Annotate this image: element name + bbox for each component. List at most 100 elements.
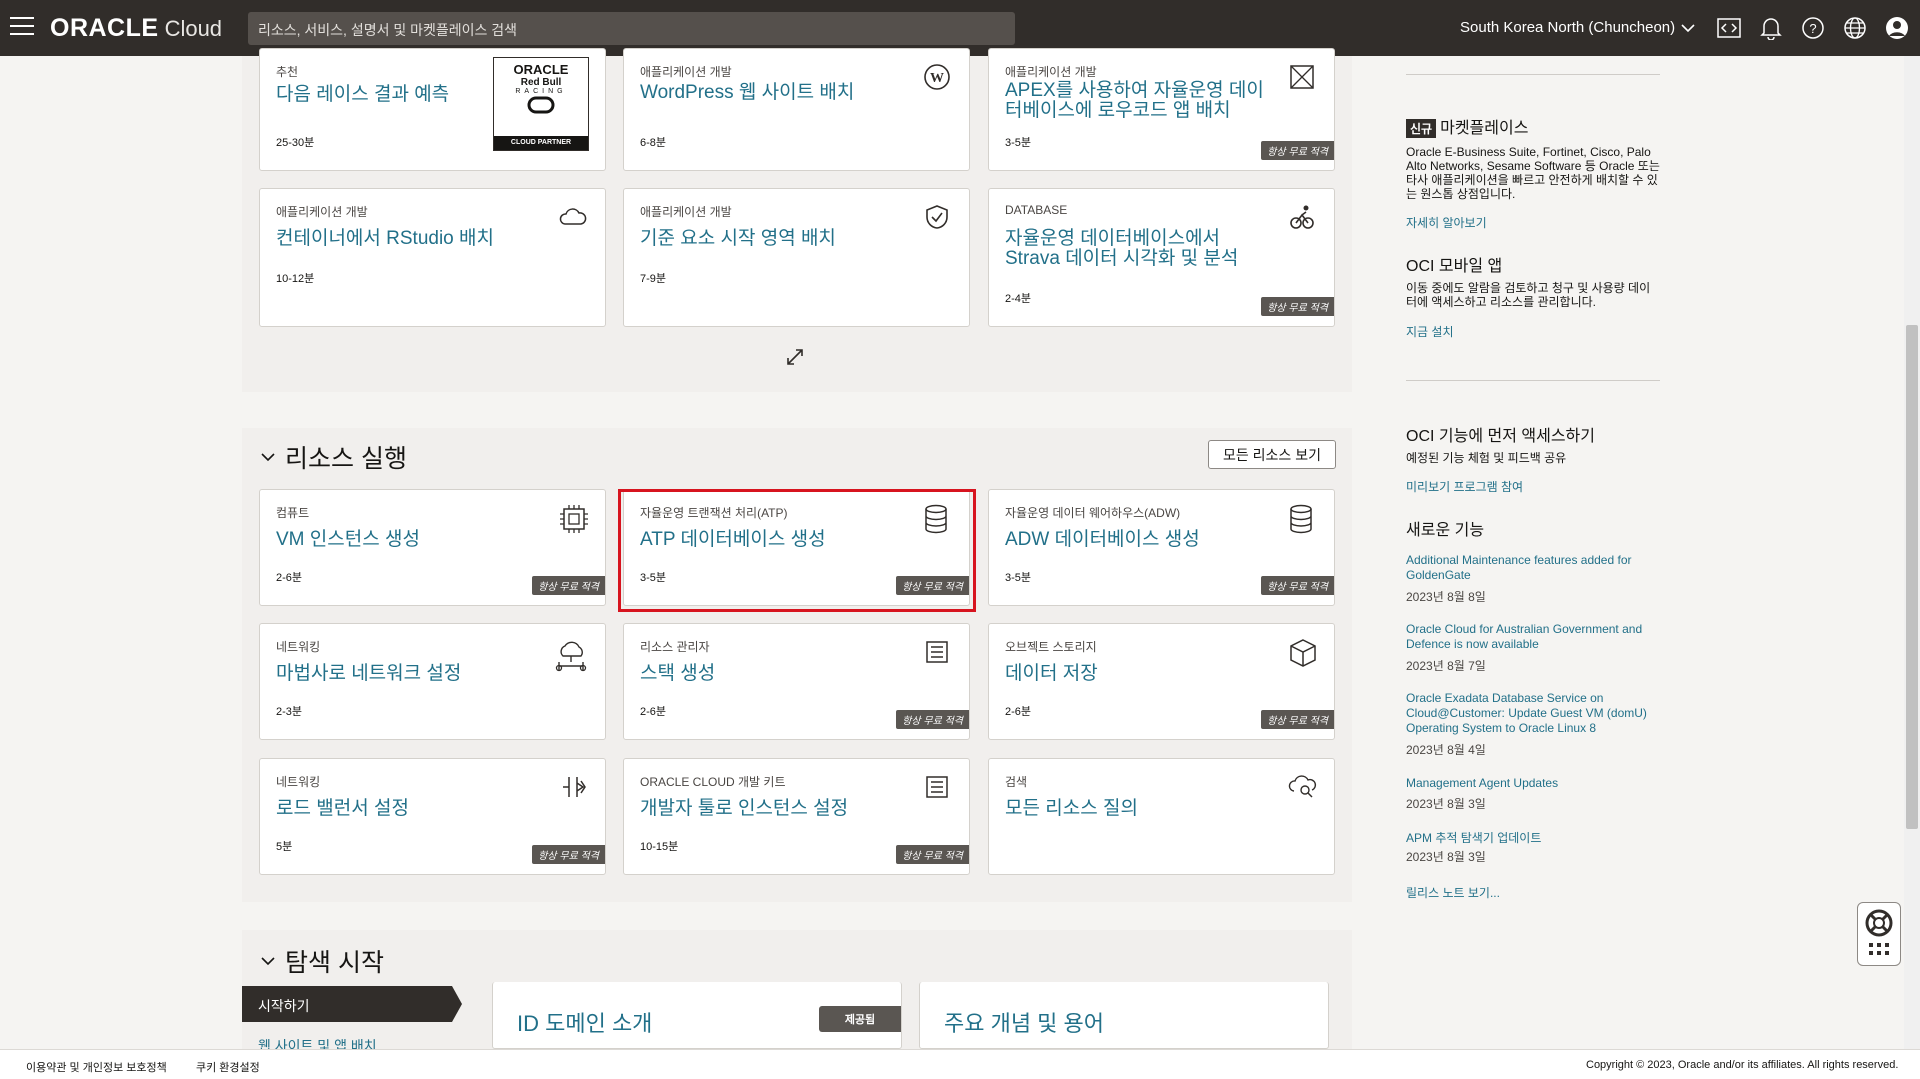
news-item-link[interactable]: Oracle Cloud for Australian Government a… — [1406, 622, 1656, 652]
explore-card-concepts[interactable]: 주요 개념 및 용어 — [919, 982, 1329, 1049]
svg-text:W: W — [930, 71, 944, 86]
card-title[interactable]: 자율운영 데이터베이스에서 Strava 데이터 시각화 및 분석 — [1005, 229, 1265, 269]
new-badge: 신규 — [1406, 119, 1437, 138]
quickstart-card-landing-zone[interactable]: 애플리케이션 개발 기준 요소 시작 영역 배치 7-9분 — [623, 188, 970, 327]
mobile-app-text: 이동 중에도 알람을 검토하고 청구 및 사용량 데이터에 액세스하고 리소스를… — [1406, 281, 1651, 309]
marketplace-learn-more-link[interactable]: 자세히 알아보기 — [1406, 214, 1487, 231]
user-profile-icon[interactable] — [1883, 14, 1911, 42]
always-free-badge: 항상 무료 적격 — [1261, 297, 1334, 316]
box-icon — [1288, 638, 1318, 668]
provided-badge: 제공됨 — [819, 1006, 901, 1032]
card-category: 네트워킹 — [276, 775, 321, 789]
marketplace-text: Oracle E-Business Suite, Fortinet, Cisco… — [1406, 145, 1660, 201]
card-title[interactable]: 컨테이너에서 RStudio 배치 — [276, 229, 536, 249]
quickstart-card-racing[interactable]: 추천 다음 레이스 결과 예측 25-30분 ORACLE Red Bull R… — [259, 48, 606, 171]
news-date: 2023년 8월 4일 — [1406, 743, 1486, 757]
card-title[interactable]: VM 인스턴스 생성 — [276, 530, 536, 550]
language-globe-icon[interactable] — [1841, 14, 1869, 42]
hamburger-menu-icon[interactable] — [10, 17, 34, 37]
card-title[interactable]: ID 도메인 소개 — [517, 1006, 652, 1038]
explore-card-id-domain[interactable]: ID 도메인 소개 제공됨 — [492, 982, 902, 1049]
notification-bell-icon[interactable] — [1757, 14, 1785, 42]
database-icon — [923, 504, 953, 534]
card-title[interactable]: 스택 생성 — [640, 664, 900, 684]
card-time: 2-6분 — [1005, 706, 1032, 718]
card-time: 6-8분 — [640, 137, 667, 149]
region-selector[interactable]: South Korea North (Chuncheon) — [1460, 19, 1695, 36]
card-title[interactable]: ADW 데이터베이스 생성 — [1005, 530, 1265, 550]
card-title[interactable]: 데이터 저장 — [1005, 664, 1265, 684]
divider — [1406, 74, 1660, 75]
card-time: 2-6분 — [640, 706, 667, 718]
quickstart-card-apex[interactable]: 애플리케이션 개발 APEX를 사용하여 자율운영 데이터베이스에 로우코드 앱… — [988, 48, 1335, 171]
footer: 이용약관 및 개인정보 보호정책 쿠키 환경설정 Copyright © 202… — [0, 1049, 1920, 1079]
card-title[interactable]: 로드 밸런서 설정 — [276, 799, 536, 819]
card-title[interactable]: 개발자 툴로 인스턴스 설정 — [640, 799, 900, 819]
quickstart-card-strava[interactable]: DATABASE 자율운영 데이터베이스에서 Strava 데이터 시각화 및 … — [988, 188, 1335, 327]
scrollbar-thumb[interactable] — [1906, 325, 1918, 829]
resource-card-atp[interactable]: 자율운영 트랜잭션 처리(ATP) ATP 데이터베이스 생성 3-5분 항상 … — [623, 489, 970, 606]
marketplace-heading: 신규 마켓플레이스 — [1406, 114, 1528, 138]
mobile-install-link[interactable]: 지금 설치 — [1406, 323, 1454, 340]
card-category: 추천 — [276, 65, 299, 79]
section-title: 리소스 실행 — [285, 445, 407, 473]
card-time: 3-5분 — [640, 572, 667, 584]
card-time: 3-5분 — [1005, 572, 1032, 584]
chip-icon — [559, 504, 589, 534]
card-category: 컴퓨트 — [276, 506, 310, 520]
card-category: 애플리케이션 개발 — [640, 205, 732, 219]
resource-card-vm[interactable]: 컴퓨트 VM 인스턴스 생성 2-6분 항상 무료 적격 — [259, 489, 606, 606]
card-category: 오브젝트 스토리지 — [1005, 640, 1097, 654]
always-free-badge: 항상 무료 적격 — [896, 845, 969, 864]
card-category: 애플리케이션 개발 — [640, 65, 732, 79]
expand-icon[interactable] — [785, 347, 809, 371]
resource-card-search[interactable]: 검색 모든 리소스 질의 — [988, 758, 1335, 875]
resource-card-network[interactable]: 네트워킹 마법사로 네트워크 설정 2-3분 — [259, 623, 606, 740]
marketplace-title: 마켓플레이스 — [1440, 120, 1529, 137]
card-category: 네트워킹 — [276, 640, 321, 654]
oracle-cloud-logo[interactable]: ORACLE Cloud — [50, 14, 222, 43]
cookie-preferences-link[interactable]: 쿠키 환경설정 — [196, 1059, 260, 1075]
view-all-resources-button[interactable]: 모든 리소스 보기 — [1208, 440, 1336, 469]
news-item-link[interactable]: Management Agent Updates — [1406, 776, 1656, 790]
terms-privacy-link[interactable]: 이용약관 및 개인정보 보호정책 — [26, 1059, 167, 1075]
cyclist-icon — [1288, 203, 1318, 233]
card-time: 10-15분 — [640, 841, 679, 853]
stack-icon — [923, 638, 953, 668]
copyright-text: Copyright © 2023, Oracle and/or its affi… — [1586, 1059, 1899, 1071]
code-editor-icon[interactable] — [1715, 14, 1743, 42]
preview-join-link[interactable]: 미리보기 프로그램 참여 — [1406, 478, 1523, 495]
divider — [1406, 380, 1660, 381]
card-title[interactable]: APEX를 사용하여 자율운영 데이터베이스에 로우코드 앱 배치 — [1005, 81, 1265, 121]
search-input[interactable]: 리소스, 서비스, 설명서 및 마켓플레이스 검색 — [248, 12, 1015, 45]
card-title[interactable]: 마법사로 네트워크 설정 — [276, 664, 536, 684]
card-title[interactable]: WordPress 웹 사이트 배치 — [640, 83, 900, 103]
preview-title: OCI 기능에 먼저 액세스하기 — [1406, 428, 1595, 445]
card-category: 자율운영 데이터 웨어하우스(ADW) — [1005, 506, 1181, 520]
news-item-link[interactable]: Additional Maintenance features added fo… — [1406, 553, 1656, 583]
card-title[interactable]: 기준 요소 시작 영역 배치 — [640, 229, 900, 249]
news-item-link[interactable]: APM 추적 탐색기 업데이트 — [1406, 829, 1656, 846]
lifebuoy-icon — [1865, 909, 1893, 955]
resource-card-dev-tools[interactable]: ORACLE CLOUD 개발 키트 개발자 툴로 인스턴스 설정 10-15분… — [623, 758, 970, 875]
card-title[interactable]: ATP 데이터베이스 생성 — [640, 530, 900, 550]
resource-card-adw[interactable]: 자율운영 데이터 웨어하우스(ADW) ADW 데이터베이스 생성 3-5분 항… — [988, 489, 1335, 606]
explore-nav-active[interactable]: 시작하기 — [242, 986, 462, 1022]
resource-card-load-balancer[interactable]: 네트워킹 로드 밸런서 설정 5분 항상 무료 적격 — [259, 758, 606, 875]
card-title[interactable]: 주요 개념 및 용어 — [944, 1006, 1104, 1038]
news-item-link[interactable]: Oracle Exadata Database Service on Cloud… — [1406, 691, 1656, 736]
network-icon — [553, 638, 589, 672]
help-icon[interactable]: ? — [1799, 14, 1827, 42]
explore-header[interactable]: 탐색 시작 — [261, 943, 384, 979]
launch-resources-header[interactable]: 리소스 실행 — [261, 439, 407, 475]
quickstart-card-rstudio[interactable]: 애플리케이션 개발 컨테이너에서 RStudio 배치 10-12분 — [259, 188, 606, 327]
help-support-button[interactable] — [1857, 902, 1901, 966]
resource-card-stack[interactable]: 리소스 관리자 스택 생성 2-6분 항상 무료 적격 — [623, 623, 970, 740]
news-date: 2023년 8월 3일 — [1406, 797, 1486, 811]
card-title[interactable]: 모든 리소스 질의 — [1005, 799, 1265, 819]
quickstart-card-wordpress[interactable]: 애플리케이션 개발 WordPress 웹 사이트 배치 6-8분 W — [623, 48, 970, 171]
release-notes-link[interactable]: 릴리스 노트 보기... — [1406, 884, 1500, 901]
whats-new-title: 새로운 기능 — [1406, 522, 1485, 539]
resource-card-object-storage[interactable]: 오브젝트 스토리지 데이터 저장 2-6분 항상 무료 적격 — [988, 623, 1335, 740]
mobile-app-title: OCI 모바일 앱 — [1406, 258, 1503, 275]
